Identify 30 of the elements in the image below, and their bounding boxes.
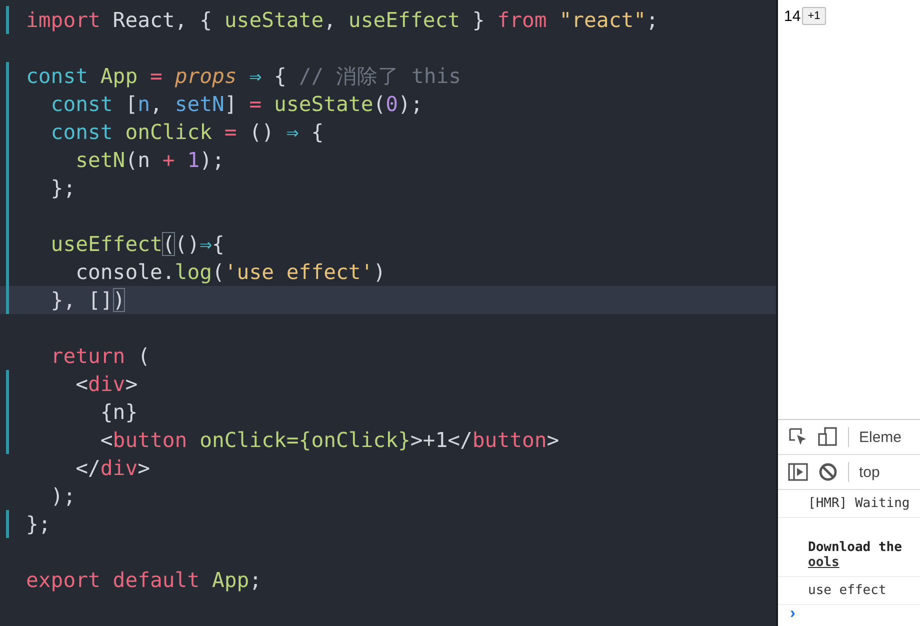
elements-tab[interactable]: Eleme [859,428,902,446]
code-line: ); [50,483,76,510]
code-line: }, []) [50,287,126,314]
code-line: useEffect(()⇒{ [50,231,224,258]
increment-button[interactable]: +1 [802,7,826,25]
code-line: console.log('use effect') [74,259,386,286]
code-line: const App = props ⇒ { // 消除了 this [26,63,462,90]
code-line: </div> [74,455,150,482]
code-line: <div> [74,371,138,398]
device-icon[interactable] [818,427,838,447]
code-line: <button onClick={onClick}>+1</button> [99,427,560,454]
code-line: }; [50,175,76,202]
console-prompt[interactable]: › [778,605,920,623]
sidebar-toggle-icon[interactable] [788,462,808,482]
code-line: setN(n + 1); [74,147,224,174]
code-line: import React, { useState, useEffect } from "react"; [26,7,658,34]
context-selector[interactable]: top [859,464,880,480]
console-link[interactable]: ools [808,555,920,570]
code-line: }; [26,511,51,538]
code-line: export default App; [26,567,262,594]
code-line: const [n, setN] = useState(0); [50,91,423,118]
console-message: use effect [808,583,888,598]
code-line: const onClick = () ⇒ { [50,119,324,146]
console-message: [HMR] Waiting [808,496,911,511]
code-line: {n} [99,399,138,426]
console-message: Download the [808,540,903,555]
counter-value: 14 [784,8,801,24]
code-line: return ( [50,343,150,370]
inspect-icon[interactable] [788,427,808,447]
clear-console-icon[interactable] [818,462,838,482]
